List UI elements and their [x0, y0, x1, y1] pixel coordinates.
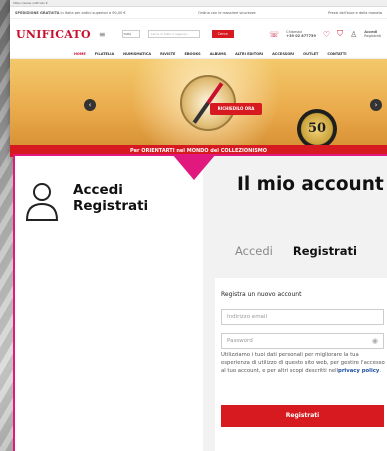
form-title: Registra un nuovo account	[221, 291, 302, 298]
phone-contact[interactable]: Chiamaci +39 02 877759	[286, 30, 316, 38]
page-title: Il mio account	[237, 174, 384, 195]
search-category-select[interactable]: Tutte	[121, 30, 140, 38]
email-field[interactable]: Indirizzo email	[221, 309, 384, 325]
search-button[interactable]: Cerca	[211, 30, 234, 38]
nav-outlet[interactable]: OUTLET	[303, 52, 318, 56]
account-links: Accedi Registrati	[73, 182, 148, 222]
account-links[interactable]: Accedi Registrati	[364, 30, 381, 38]
nav-home[interactable]: HOME	[74, 52, 86, 56]
hero-cta-button[interactable]: RICHIEDILO ORA	[210, 103, 262, 115]
zoomed-account-panel: Accedi Registrati Il mio account Accedi …	[13, 154, 387, 451]
security-notice: Ordina con le massime sicurezze	[198, 10, 256, 15]
tab-register[interactable]: Registrati	[293, 244, 357, 258]
tab-login[interactable]: Accedi	[235, 244, 273, 258]
phone-icon: ☏	[269, 29, 280, 39]
register-form: Registra un nuovo account Indirizzo emai…	[215, 278, 387, 451]
nav-filatelia[interactable]: FILATELIA	[95, 52, 114, 56]
nav-accessori[interactable]: ACCESSORI	[272, 52, 294, 56]
carousel-next-icon[interactable]: ›	[370, 99, 382, 111]
nav-albums[interactable]: ALBUMS	[210, 52, 226, 56]
password-placeholder: Password	[227, 338, 253, 344]
price-notice: Prezzi dell'euro e della moneta	[328, 10, 382, 15]
account-sidebar: Accedi Registrati	[25, 182, 148, 222]
cart-icon[interactable]: ⛉	[337, 29, 343, 39]
privacy-notice: Utilizziamo i tuoi dati personali per mi…	[221, 352, 385, 375]
search-input[interactable]: Cerca in tutto il negozio...	[147, 30, 200, 38]
main-navigation: HOME FILATELIA NUMISMATICA RIVISTE EBOOK…	[10, 49, 387, 59]
register-link[interactable]: Registrati	[73, 198, 148, 214]
account-form-area: Il mio account Accedi Registrati Registr…	[203, 156, 387, 451]
eye-icon[interactable]: ◉	[372, 334, 378, 348]
nav-ebooks[interactable]: EBOOKS	[184, 52, 200, 56]
announcement-bar: SPEDIZIONE GRATUITA in Italia per ordini…	[10, 7, 387, 19]
user-icon[interactable]: ♙	[350, 30, 357, 39]
website-screenshot: https://www.unificato.it SPEDIZIONE GRAT…	[10, 0, 387, 157]
menu-icon[interactable]: ≡	[99, 30, 106, 39]
register-button[interactable]: Registrati	[221, 405, 384, 427]
nav-riviste[interactable]: RIVISTE	[160, 52, 175, 56]
zoom-pointer-arrow	[172, 154, 216, 180]
password-field[interactable]: Password ◉	[221, 333, 384, 349]
user-icon	[25, 183, 59, 221]
nav-numismatica[interactable]: NUMISMATICA	[123, 52, 151, 56]
heart-icon[interactable]: ♡	[323, 30, 330, 39]
site-header: UNIFICATO ≡ Tutte Cerca in tutto il nego…	[10, 19, 387, 49]
nav-contatti[interactable]: CONTATTI	[327, 52, 346, 56]
nav-altri-editori[interactable]: ALTRI EDITORI	[235, 52, 263, 56]
anniversary-badge: 50	[297, 109, 337, 149]
privacy-policy-link[interactable]: privacy policy	[338, 368, 379, 374]
hero-banner: RICHIEDILO ORA ‹ › 50 Per ORIENTARTI nel…	[10, 59, 387, 157]
carousel-prev-icon[interactable]: ‹	[84, 99, 96, 111]
account-tabs: Accedi Registrati	[235, 244, 357, 258]
browser-url-bar[interactable]: https://www.unificato.it	[10, 0, 387, 7]
shipping-notice: SPEDIZIONE GRATUITA in Italia per ordini…	[15, 10, 126, 15]
header-actions: ☏ Chiamaci +39 02 877759 ♡ ⛉ ♙ Accedi Regi…	[269, 29, 381, 39]
login-link[interactable]: Accedi	[73, 182, 148, 198]
site-logo[interactable]: UNIFICATO	[16, 28, 91, 41]
